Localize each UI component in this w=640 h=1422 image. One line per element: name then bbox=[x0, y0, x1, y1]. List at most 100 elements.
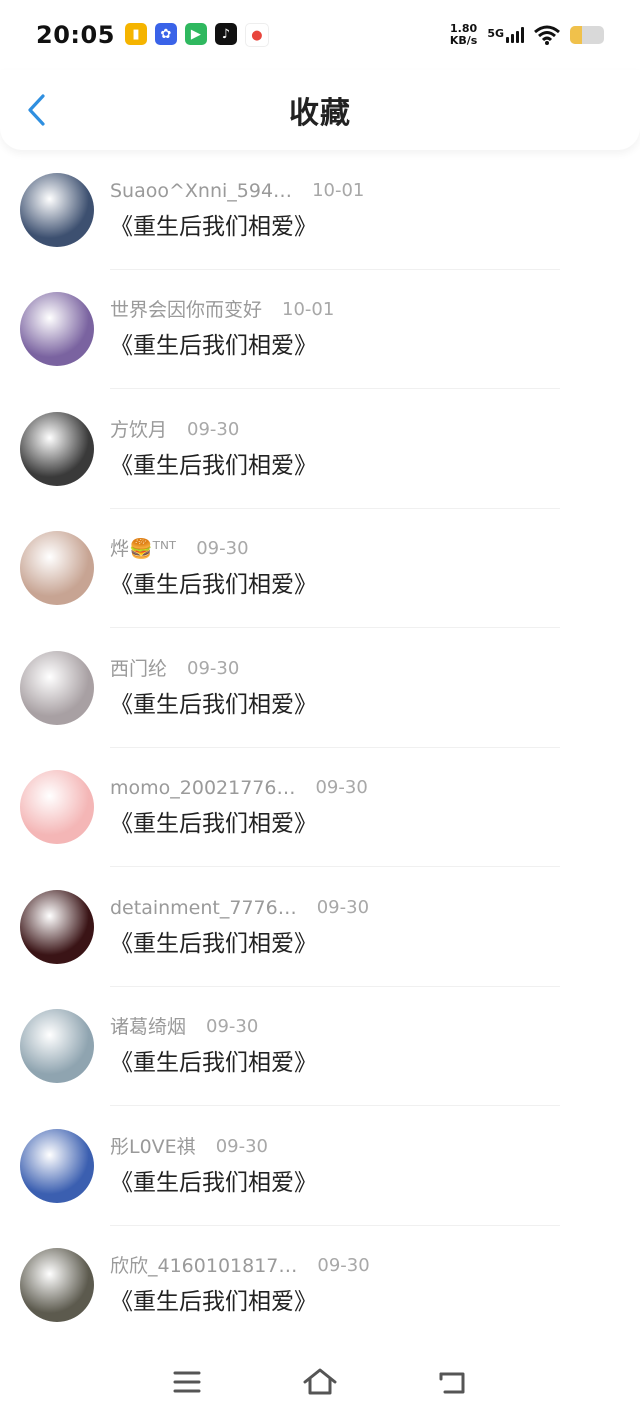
book-title: 《重生后我们相爱》 bbox=[110, 213, 317, 240]
list-item[interactable]: momo_20021776… 09-30 《重生后我们相爱》 bbox=[0, 748, 640, 868]
home-button[interactable] bbox=[300, 1362, 340, 1402]
avatar[interactable] bbox=[20, 531, 94, 606]
header: 收藏 bbox=[0, 70, 640, 150]
username[interactable]: momo_20021776… bbox=[110, 776, 295, 800]
book-title: 《重生后我们相爱》 bbox=[110, 930, 317, 957]
list-item[interactable]: 诸葛绮烟 09-30 《重生后我们相爱》 bbox=[0, 987, 640, 1107]
list-item[interactable]: detainment_7776… 09-30 《重生后我们相爱》 bbox=[0, 867, 640, 987]
video-app-icon: ▶ bbox=[184, 23, 207, 45]
list-item-meta: 烨🍔ᵀᴺᵀ 09-30 bbox=[110, 537, 317, 561]
page-title: 收藏 bbox=[289, 96, 351, 131]
list-item[interactable]: 烨🍔ᵀᴺᵀ 09-30 《重生后我们相爱》 bbox=[0, 509, 640, 629]
signal-indicator: 5G bbox=[487, 27, 524, 43]
list-item-text: 欣欣_4160101817… 09-30 《重生后我们相爱》 bbox=[110, 1254, 370, 1316]
list-item-meta: 彤L0VE祺 09-30 bbox=[110, 1135, 317, 1159]
date: 09-30 bbox=[215, 1135, 268, 1157]
book-title: 《重生后我们相爱》 bbox=[110, 452, 317, 479]
book-title: 《重生后我们相爱》 bbox=[110, 691, 317, 718]
list-item-meta: Suaoo^Xnni_594… 10-01 bbox=[110, 179, 364, 203]
menu-button[interactable] bbox=[167, 1362, 207, 1402]
date: 09-30 bbox=[187, 418, 240, 440]
list-item[interactable]: 方饮月 09-30 《重生后我们相爱》 bbox=[0, 389, 640, 509]
avatar[interactable] bbox=[20, 411, 94, 486]
list-item-text: 彤L0VE祺 09-30 《重生后我们相爱》 bbox=[110, 1135, 317, 1197]
username[interactable]: 烨🍔ᵀᴺᵀ bbox=[110, 537, 176, 561]
username[interactable]: 方饮月 bbox=[110, 418, 167, 442]
avatar[interactable] bbox=[20, 770, 94, 845]
list-item-text: Suaoo^Xnni_594… 10-01 《重生后我们相爱》 bbox=[110, 179, 364, 241]
status-bar: 20:05 ▮ ✿ ▶ ♪ ● 1.80 KB/s 5G bbox=[0, 0, 640, 70]
list-item[interactable]: 彤L0VE祺 09-30 《重生后我们相爱》 bbox=[0, 1106, 640, 1226]
chevron-left-icon bbox=[28, 94, 45, 126]
book-title: 《重生后我们相爱》 bbox=[110, 333, 317, 360]
tiktok-app-icon: ♪ bbox=[214, 23, 237, 45]
baidu-app-icon: ✿ bbox=[154, 23, 177, 45]
book-title: 《重生后我们相爱》 bbox=[110, 572, 317, 599]
book-title: 《重生后我们相爱》 bbox=[110, 811, 317, 838]
list-item-text: 诸葛绮烟 09-30 《重生后我们相爱》 bbox=[110, 1015, 317, 1077]
avatar[interactable] bbox=[20, 650, 94, 725]
book-title: 《重生后我们相爱》 bbox=[110, 1289, 317, 1316]
wifi-icon bbox=[534, 25, 560, 45]
list-item-meta: detainment_7776… 09-30 bbox=[110, 896, 369, 920]
list-item-text: 烨🍔ᵀᴺᵀ 09-30 《重生后我们相爱》 bbox=[110, 537, 317, 599]
list-item[interactable]: 世界会因你而变好 10-01 《重生后我们相爱》 bbox=[0, 270, 640, 390]
avatar[interactable] bbox=[20, 889, 94, 964]
username[interactable]: 诸葛绮烟 bbox=[110, 1015, 186, 1039]
list-item-meta: 欣欣_4160101817… 09-30 bbox=[110, 1254, 370, 1278]
date: 09-30 bbox=[206, 1016, 259, 1038]
book-title: 《重生后我们相爱》 bbox=[110, 1050, 317, 1077]
username[interactable]: Suaoo^Xnni_594… bbox=[110, 179, 292, 203]
list-item-meta: momo_20021776… 09-30 bbox=[110, 776, 368, 800]
favorites-list: Suaoo^Xnni_594… 10-01 《重生后我们相爱》 世界会因你而变好… bbox=[0, 150, 640, 1345]
status-left: 20:05 ▮ ✿ ▶ ♪ ● bbox=[36, 21, 269, 49]
date: 10-01 bbox=[312, 179, 365, 201]
avatar[interactable] bbox=[20, 172, 94, 247]
list-item-meta: 方饮月 09-30 bbox=[110, 418, 317, 442]
book-title: 《重生后我们相爱》 bbox=[110, 1169, 317, 1196]
list-item-text: 西门纶 09-30 《重生后我们相爱》 bbox=[110, 657, 317, 719]
menu-icon bbox=[173, 1371, 201, 1393]
battery-icon bbox=[570, 26, 604, 44]
notes-app-icon: ▮ bbox=[124, 23, 147, 45]
date: 10-01 bbox=[282, 299, 335, 321]
list-item[interactable]: Suaoo^Xnni_594… 10-01 《重生后我们相爱》 bbox=[0, 150, 640, 270]
battery-level bbox=[570, 26, 582, 44]
avatar[interactable] bbox=[20, 1128, 94, 1203]
list-item-meta: 西门纶 09-30 bbox=[110, 657, 317, 681]
date: 09-30 bbox=[187, 657, 240, 679]
back-icon bbox=[439, 1372, 465, 1394]
list-item-text: detainment_7776… 09-30 《重生后我们相爱》 bbox=[110, 896, 369, 958]
username[interactable]: 欣欣_4160101817… bbox=[110, 1254, 297, 1278]
back-nav-button[interactable] bbox=[433, 1362, 473, 1402]
system-nav-bar bbox=[0, 1342, 640, 1422]
date: 09-30 bbox=[315, 777, 368, 799]
status-time: 20:05 bbox=[36, 21, 115, 49]
list-item[interactable]: 欣欣_4160101817… 09-30 《重生后我们相爱》 bbox=[0, 1226, 640, 1346]
avatar[interactable] bbox=[20, 1009, 94, 1084]
date: 09-30 bbox=[316, 896, 370, 918]
date: 09-30 bbox=[196, 538, 249, 560]
list-item-text: 方饮月 09-30 《重生后我们相爱》 bbox=[110, 418, 317, 480]
list-item[interactable]: 西门纶 09-30 《重生后我们相爱》 bbox=[0, 628, 640, 748]
avatar[interactable] bbox=[20, 292, 94, 367]
home-icon bbox=[303, 1368, 337, 1395]
net-speed: 1.80 KB/s bbox=[450, 23, 477, 47]
username[interactable]: 世界会因你而变好 bbox=[110, 298, 262, 322]
list-item-text: momo_20021776… 09-30 《重生后我们相爱》 bbox=[110, 776, 368, 838]
map-app-icon: ● bbox=[244, 23, 269, 47]
username[interactable]: 彤L0VE祺 bbox=[110, 1135, 196, 1159]
avatar[interactable] bbox=[20, 1248, 94, 1323]
status-right: 1.80 KB/s 5G bbox=[450, 23, 604, 47]
username[interactable]: detainment_7776… bbox=[110, 896, 297, 920]
date: 09-30 bbox=[317, 1255, 370, 1277]
signal-bars-icon bbox=[506, 27, 524, 43]
net-speed-unit: KB/s bbox=[449, 34, 478, 47]
network-type: 5G bbox=[487, 27, 504, 40]
username[interactable]: 西门纶 bbox=[110, 657, 167, 681]
list-item-meta: 世界会因你而变好 10-01 bbox=[110, 298, 334, 322]
back-button[interactable] bbox=[18, 92, 54, 128]
list-item-text: 世界会因你而变好 10-01 《重生后我们相爱》 bbox=[110, 298, 334, 360]
notification-app-icons: ▮ ✿ ▶ ♪ ● bbox=[124, 23, 269, 47]
list-item-meta: 诸葛绮烟 09-30 bbox=[110, 1015, 317, 1039]
